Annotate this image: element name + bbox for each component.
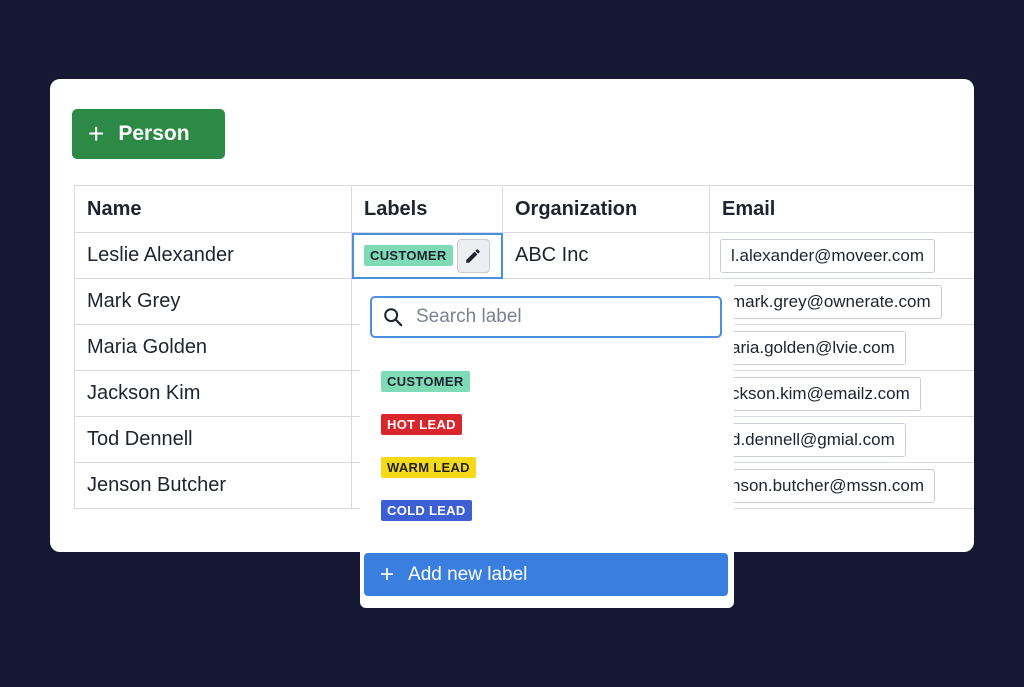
column-header-name[interactable]: Name bbox=[74, 185, 352, 233]
email-cell[interactable]: ckson.kim@emailz.com bbox=[709, 370, 974, 417]
table-header-row: Name Labels Organization Email bbox=[74, 185, 974, 233]
column-header-organization[interactable]: Organization bbox=[502, 185, 710, 233]
label-dropdown: CUSTOMER HOT LEAD WARM LEAD COLD LEAD + … bbox=[360, 280, 734, 608]
person-name[interactable]: Jenson Butcher bbox=[74, 462, 352, 509]
email-value[interactable]: l.alexander@moveer.com bbox=[720, 238, 936, 273]
person-name[interactable]: Tod Dennell bbox=[74, 416, 352, 463]
add-person-label: Person bbox=[118, 122, 190, 145]
column-header-email[interactable]: Email bbox=[709, 185, 974, 233]
search-box[interactable] bbox=[370, 296, 722, 338]
label-option-hot-lead[interactable]: HOT LEAD bbox=[381, 414, 462, 435]
email-cell[interactable]: nson.butcher@mssn.com bbox=[709, 462, 974, 509]
email-cell[interactable]: d.dennell@gmial.com bbox=[709, 416, 974, 463]
label-option-customer[interactable]: CUSTOMER bbox=[381, 371, 470, 392]
email-value[interactable]: aria.golden@lvie.com bbox=[720, 330, 906, 365]
label-option-warm-lead[interactable]: WARM LEAD bbox=[381, 457, 476, 478]
labels-cell[interactable]: CUSTOMER bbox=[351, 232, 503, 279]
email-cell[interactable]: l.alexander@moveer.com bbox=[709, 232, 974, 279]
plus-icon: + bbox=[380, 560, 395, 588]
person-name[interactable]: Jackson Kim bbox=[74, 370, 352, 417]
person-name[interactable]: Mark Grey bbox=[74, 278, 352, 325]
pencil-icon bbox=[466, 248, 481, 263]
add-person-button[interactable]: + Person bbox=[72, 109, 225, 159]
person-name[interactable]: Maria Golden bbox=[74, 324, 352, 371]
email-cell[interactable]: aria.golden@lvie.com bbox=[709, 324, 974, 371]
search-label-input[interactable] bbox=[414, 305, 698, 329]
email-value[interactable]: mark.grey@ownerate.com bbox=[720, 284, 942, 319]
email-value[interactable]: ckson.kim@emailz.com bbox=[720, 376, 921, 411]
table-row[interactable]: Leslie Alexander CUSTOMER ABC Inc l.alex… bbox=[74, 232, 974, 279]
column-header-labels[interactable]: Labels bbox=[351, 185, 503, 233]
add-new-label-text: Add new label bbox=[408, 563, 528, 585]
search-icon bbox=[384, 308, 403, 327]
organization-cell[interactable]: ABC Inc bbox=[502, 232, 710, 279]
person-name[interactable]: Leslie Alexander bbox=[74, 232, 352, 279]
plus-icon: + bbox=[88, 118, 105, 149]
label-option-cold-lead[interactable]: COLD LEAD bbox=[381, 500, 472, 521]
email-cell[interactable]: mark.grey@ownerate.com bbox=[709, 278, 974, 325]
add-new-label-button[interactable]: + Add new label bbox=[364, 553, 728, 596]
email-value[interactable]: d.dennell@gmial.com bbox=[720, 422, 906, 457]
customer-chip: CUSTOMER bbox=[364, 245, 453, 266]
edit-labels-button[interactable] bbox=[456, 238, 490, 273]
email-value[interactable]: nson.butcher@mssn.com bbox=[720, 468, 936, 503]
